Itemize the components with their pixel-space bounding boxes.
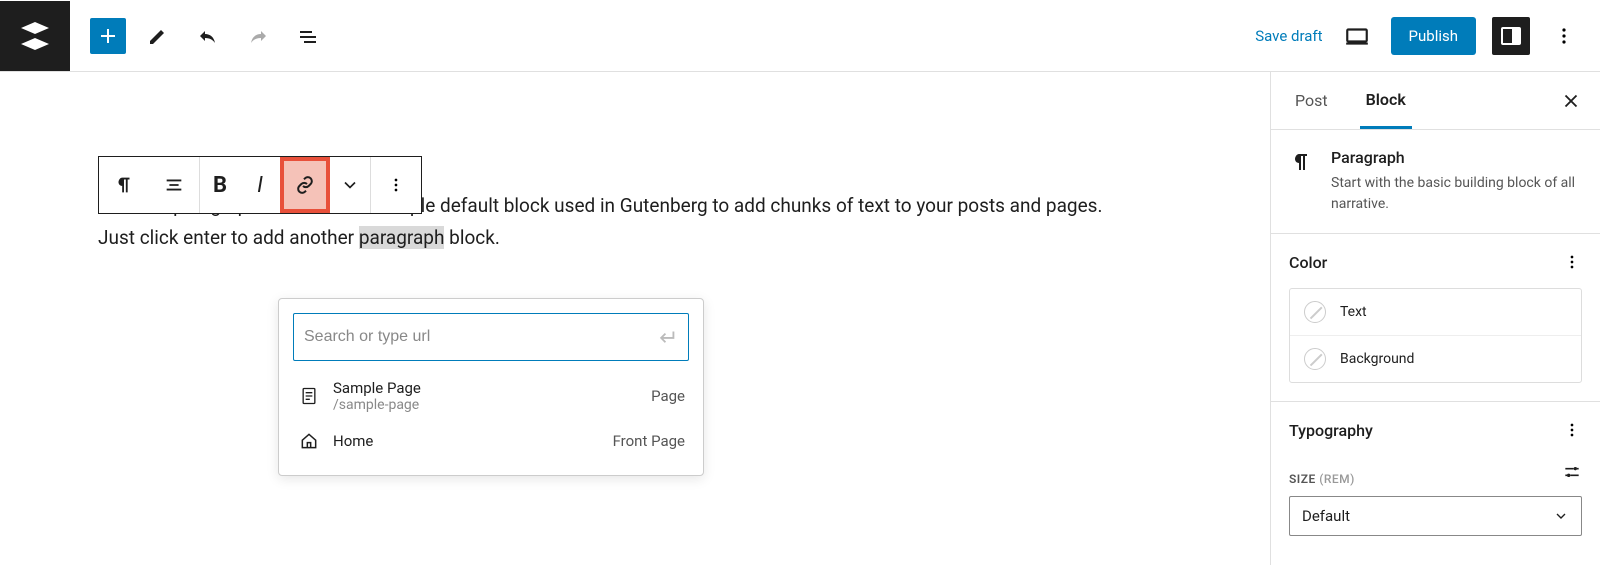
block-info-panel: Paragraph Start with the basic building … [1271,130,1600,234]
align-icon [163,174,185,196]
link-suggestion[interactable]: Sample Page /sample-page Page [279,371,703,421]
more-vertical-icon [1562,252,1582,272]
chevron-down-icon [1553,508,1569,524]
font-size-label: SIZE (REM) [1289,472,1355,486]
block-type-button[interactable] [99,157,149,213]
preview-button[interactable] [1339,18,1375,54]
plus-icon [96,24,120,48]
suggestion-title: Home [333,432,613,450]
font-size-value: Default [1302,507,1350,525]
color-swatch-none-icon [1304,348,1326,370]
main-area: B I This is a paragraph block. It's the … [0,72,1600,565]
editor-area: B I This is a paragraph block. It's the … [0,72,1270,565]
color-swatch-none-icon [1304,301,1326,323]
suggestion-type: Page [651,387,685,405]
editor-canvas: B I This is a paragraph block. It's the … [98,190,1138,255]
toolbar-right: Save draft Publish [1255,17,1600,55]
bold-button[interactable]: B [200,157,240,213]
page-icon [297,384,321,408]
paragraph-text: block. [444,226,499,249]
redo-button[interactable] [240,18,276,54]
text-color-button[interactable]: Text [1290,289,1581,335]
home-icon [297,429,321,453]
close-sidebar-button[interactable] [1560,90,1582,112]
link-popover: Sample Page /sample-page Page Home Front… [278,298,704,476]
block-name: Paragraph [1331,148,1582,167]
more-vertical-icon [1552,24,1576,48]
close-icon [1560,90,1582,112]
sidebar-tabs: Post Block [1271,72,1600,130]
block-toolbar: B I [98,156,422,214]
background-color-label: Background [1340,351,1414,367]
site-logo[interactable] [0,1,70,71]
panel-icon [1499,24,1523,48]
pencil-icon [146,24,170,48]
publish-button[interactable]: Publish [1391,17,1476,55]
link-button[interactable] [280,157,330,213]
suggestion-path: /sample-page [333,397,651,413]
color-panel-options[interactable] [1562,252,1582,272]
sliders-icon [1562,462,1582,482]
link-icon [293,173,317,197]
suggestion-title: Sample Page [333,379,651,397]
color-panel: Color Text Background [1271,234,1600,402]
size-unit-toggle[interactable] [1562,462,1582,482]
undo-icon [196,24,220,48]
document-overview-button[interactable] [290,18,326,54]
more-vertical-icon [1562,420,1582,440]
enter-icon [656,326,678,348]
block-description: Start with the basic building block of a… [1331,173,1582,215]
list-icon [296,24,320,48]
logo-icon [15,16,55,56]
color-panel-label: Color [1289,253,1327,272]
link-submit-button[interactable] [656,326,678,348]
options-button[interactable] [1546,18,1582,54]
block-options-button[interactable] [371,157,421,213]
font-size-select[interactable]: Default [1289,496,1582,536]
typography-panel-options[interactable] [1562,420,1582,440]
selected-text: paragraph [359,226,445,249]
italic-button[interactable]: I [240,157,280,213]
background-color-button[interactable]: Background [1290,335,1581,382]
redo-icon [246,24,270,48]
more-formatting-button[interactable] [330,157,370,213]
paragraph-icon [113,174,135,196]
link-url-input-wrap [293,313,689,361]
desktop-icon [1344,23,1370,49]
link-url-input[interactable] [304,328,656,346]
tab-block[interactable]: Block [1360,72,1412,129]
suggestion-type: Front Page [613,432,685,450]
link-suggestion[interactable]: Home Front Page [279,421,703,461]
save-draft-button[interactable]: Save draft [1255,27,1322,45]
toolbar-left [70,18,326,54]
chevron-down-icon [340,175,360,195]
add-block-button[interactable] [90,18,126,54]
settings-sidebar: Post Block Paragraph Start with the basi… [1270,72,1600,565]
undo-button[interactable] [190,18,226,54]
text-color-label: Text [1340,304,1367,320]
more-vertical-icon [386,175,406,195]
typography-panel: Typography SIZE (REM) Default [1271,402,1600,554]
paragraph-icon [1289,148,1313,174]
tab-post[interactable]: Post [1289,72,1334,129]
settings-toggle-button[interactable] [1492,17,1530,55]
typography-panel-label: Typography [1289,421,1373,440]
align-button[interactable] [149,157,199,213]
tools-button[interactable] [140,18,176,54]
top-toolbar: Save draft Publish [0,0,1600,72]
